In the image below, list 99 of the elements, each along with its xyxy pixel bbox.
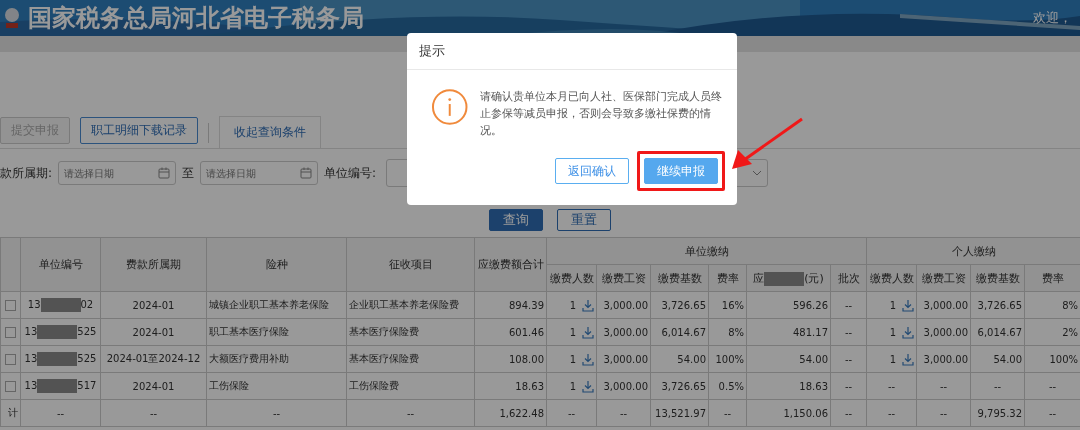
table-cell: 54.00 (970, 345, 1025, 373)
table-cell: 企业职工基本养老保险费 (346, 291, 475, 319)
table-cell: -- (916, 399, 971, 427)
table-cell: 3,726.65 (650, 372, 709, 400)
table-cell: 525 (77, 353, 97, 364)
table-cell: -- (56, 407, 65, 419)
column-header: 险种 (206, 237, 347, 292)
table-cell: 1 (889, 326, 897, 337)
table-cell: -- (866, 372, 917, 400)
table-cell: 894.39 (474, 291, 547, 319)
table-cell: -- (830, 291, 867, 319)
table-cell: 1 (569, 380, 576, 391)
column-header: 单位编号 (20, 237, 101, 292)
field-label: 款所属期: (0, 164, 53, 182)
toolbar-button[interactable]: 职工明细下载记录 (80, 117, 198, 144)
table-cell: 1 (569, 353, 576, 364)
column-header: 费款所属期 (100, 237, 207, 292)
table-cell: 3,726.65 (970, 291, 1025, 319)
field-label: 单位编号: (324, 164, 377, 182)
continue-button[interactable]: 继续申报 (644, 158, 718, 184)
table-cell: 1 (889, 353, 897, 364)
table-cell: 601.46 (474, 318, 547, 346)
table-cell: 525 (77, 326, 97, 337)
table-cell: -- (346, 399, 475, 427)
table-cell: 18.63 (474, 372, 547, 400)
total-label: 计 (8, 407, 18, 418)
table-cell: 13 (24, 380, 38, 391)
table-cell: 13 (27, 299, 41, 310)
range-separator: 至 (182, 164, 195, 182)
column-header: 应缴费额合计 (474, 237, 547, 292)
date-field[interactable]: 请选择日期 (58, 161, 177, 185)
table-cell: 6,014.67 (970, 318, 1025, 346)
table-cell: 02 (80, 299, 94, 310)
table-cell: 大额医疗费用补助 (206, 345, 347, 373)
table-cell: -- (708, 399, 747, 427)
table-cell: 13 (24, 326, 38, 337)
table-cell: -- (206, 399, 347, 427)
column-group-header: 单位缴纳 (546, 237, 867, 265)
table-cell: 108.00 (474, 345, 547, 373)
table-cell: -- (546, 399, 597, 427)
column-header: (元) (804, 271, 824, 285)
table-cell: -- (830, 318, 867, 346)
table-cell: 9,795.32 (970, 399, 1025, 427)
table-cell: 工伤保险 (206, 372, 347, 400)
table-cell: -- (866, 399, 917, 427)
column-header: 征收项目 (346, 237, 475, 292)
table-cell: 13,521.97 (650, 399, 709, 427)
table-cell: -- (970, 372, 1025, 400)
table-cell: 2024-01 (100, 372, 207, 400)
table-cell: 1 (889, 299, 897, 310)
table-cell: 13 (24, 353, 38, 364)
table-cell: 18.63 (746, 372, 831, 400)
table-cell: 1,622.48 (474, 399, 547, 427)
table-cell: 职工基本医疗保险 (206, 318, 347, 346)
dialog-title: 提示 (407, 33, 737, 70)
site-title: 国家税务总局河北省电子税务局 (28, 3, 364, 34)
date-field[interactable]: 请选择日期 (200, 161, 319, 185)
table-cell: 0.5% (708, 372, 747, 400)
table-cell: 3,000.00 (916, 318, 971, 346)
dialog-message: 请确认贵单位本月已向人社、医保部门完成人员终止参保等减员申报，否则会导致多缴社保费的情况。 (480, 89, 723, 139)
query-button[interactable]: 查询 (489, 209, 543, 231)
table-cell: 3,726.65 (650, 291, 709, 319)
table-cell: 1 (569, 299, 576, 310)
back-button[interactable]: 返回确认 (555, 158, 629, 184)
column-header: 应 (753, 271, 765, 285)
table-cell: 16% (708, 291, 747, 319)
column-group-header: 个人缴纳 (866, 237, 1080, 265)
table-cell: 3,000.00 (596, 372, 651, 400)
table-cell: 3,000.00 (916, 345, 971, 373)
table-cell: 2024-01 (100, 291, 207, 319)
table-cell: 基本医疗保险费 (346, 345, 475, 373)
table-cell: 3,000.00 (596, 318, 651, 346)
table-cell: 2024-01 (100, 318, 207, 346)
table-cell: -- (100, 399, 207, 427)
table-cell: 2024-01至2024-12 (100, 345, 207, 373)
welcome-text: 欢迎， (1033, 9, 1072, 27)
table-cell: 517 (77, 380, 97, 391)
table-cell: -- (830, 345, 867, 373)
table-cell: 6,014.67 (650, 318, 709, 346)
table-cell: 100% (708, 345, 747, 373)
tab[interactable]: 收起查询条件 (219, 116, 321, 148)
table-cell: 城镇企业职工基本养老保险 (206, 291, 347, 319)
table-cell: 54.00 (650, 345, 709, 373)
table-cell: -- (596, 399, 651, 427)
table-cell: 8% (708, 318, 747, 346)
reset-button[interactable]: 重置 (557, 209, 611, 231)
table-cell: 481.17 (746, 318, 831, 346)
table-cell: 3,000.00 (596, 345, 651, 373)
table-cell: 基本医疗保险费 (346, 318, 475, 346)
table-cell: 596.26 (746, 291, 831, 319)
table-cell: -- (830, 372, 867, 400)
table-cell: -- (916, 372, 971, 400)
table-cell: 1,150.06 (746, 399, 831, 427)
table-cell: -- (830, 399, 867, 427)
table-cell: 3,000.00 (596, 291, 651, 319)
table-cell: 3,000.00 (916, 291, 971, 319)
table-cell: 54.00 (746, 345, 831, 373)
table-cell: 1 (569, 326, 576, 337)
table-cell: 工伤保险费 (346, 372, 475, 400)
